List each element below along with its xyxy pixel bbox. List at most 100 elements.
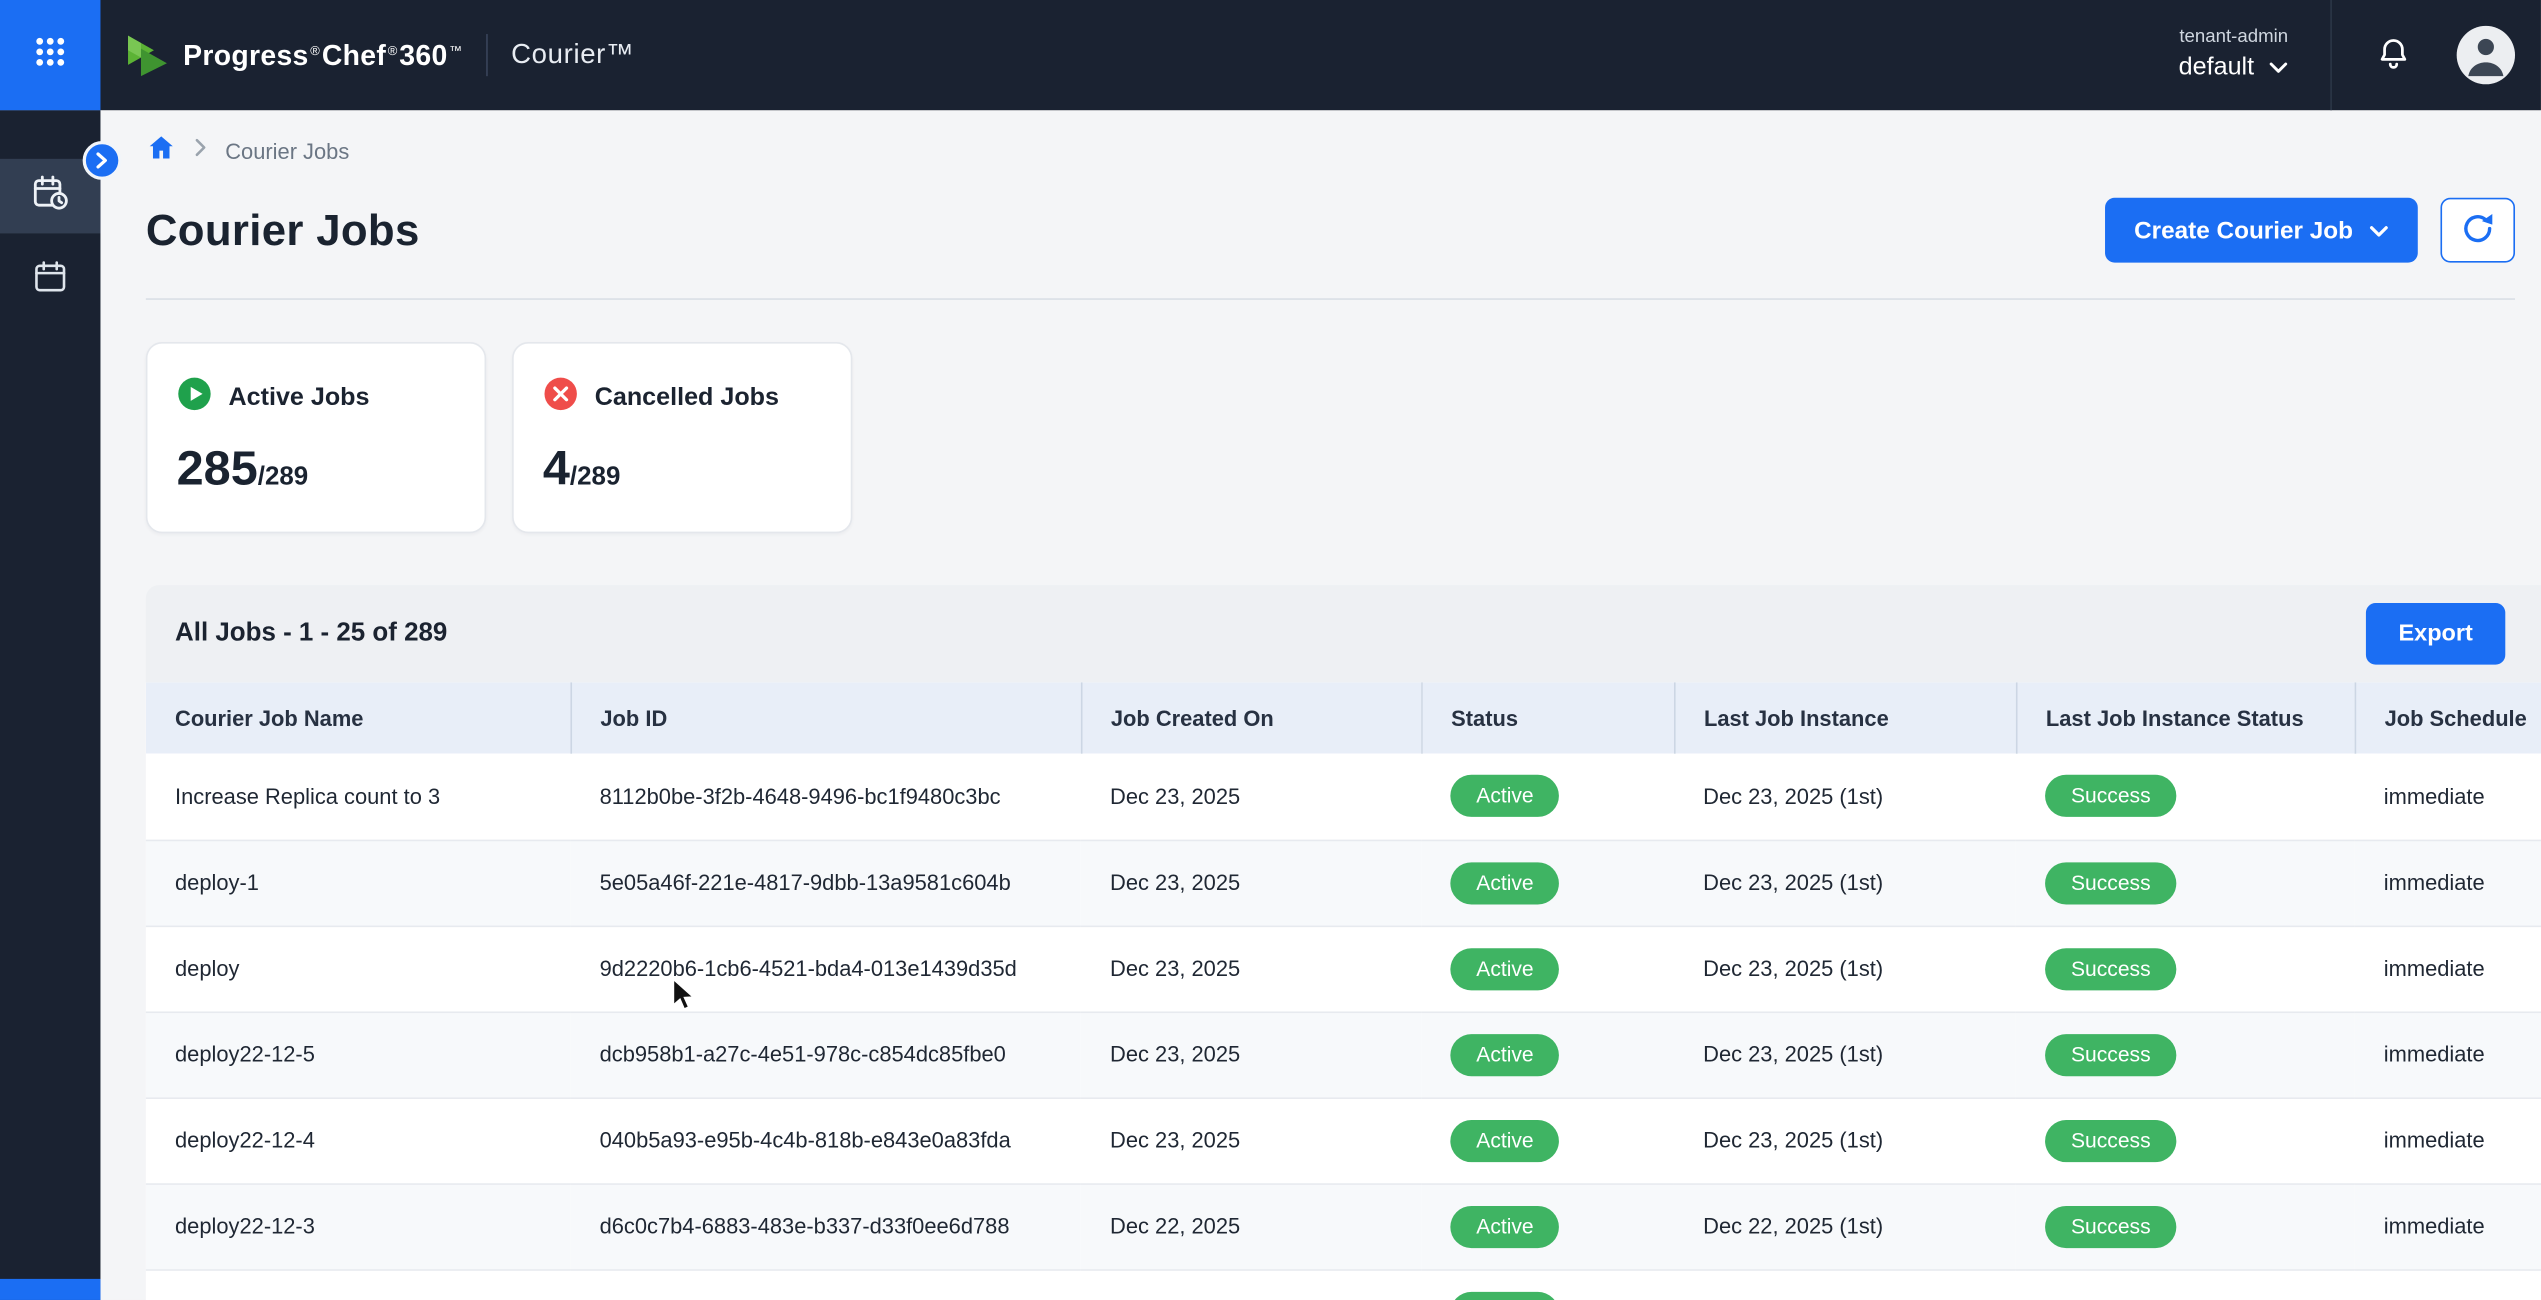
sidebar-item-schedules[interactable] bbox=[0, 243, 100, 318]
cell-last-instance-status: Success bbox=[2016, 1183, 2355, 1269]
cell-last-instance-status bbox=[2016, 1269, 2355, 1300]
brand-name: Progress®Chef®360™ bbox=[183, 38, 464, 72]
cell-status: Active bbox=[1421, 926, 1674, 1012]
sidebar-bottom-accent bbox=[0, 1279, 100, 1300]
refresh-icon bbox=[2460, 210, 2496, 251]
cell-job-name: deploy22-12-5 bbox=[146, 1011, 571, 1097]
column-header-last-job-instance[interactable]: Last Job Instance bbox=[1674, 682, 2016, 753]
app-scale-wrapper: Progress®Chef®360™ Courier™ tenant-admin… bbox=[0, 0, 2541, 1300]
notifications-button[interactable] bbox=[2374, 33, 2413, 77]
breadcrumb: Courier Jobs bbox=[146, 133, 2515, 169]
stat-label: Active Jobs bbox=[228, 383, 369, 412]
table-row[interactable]: deploy 9d2220b6-1cb6-4521-bda4-013e1439d… bbox=[146, 926, 2541, 1012]
person-icon bbox=[2462, 31, 2511, 84]
cell-created-on bbox=[1081, 1269, 1421, 1300]
topbar-divider bbox=[2330, 0, 2332, 110]
left-sidebar bbox=[0, 110, 100, 1300]
product-name: Courier™ bbox=[511, 39, 634, 71]
cell-job-id bbox=[570, 1269, 1080, 1300]
tenant-switcher[interactable]: tenant-admin default bbox=[2179, 26, 2288, 84]
cell-job-name bbox=[146, 1269, 571, 1300]
app-launcher-button[interactable] bbox=[0, 0, 100, 110]
table-row[interactable]: Increase Replica count to 3 8112b0be-3f2… bbox=[146, 754, 2541, 840]
cell-job-name: deploy22-12-4 bbox=[146, 1097, 571, 1183]
table-row[interactable]: deploy22-12-4 040b5a93-e95b-4c4b-818b-e8… bbox=[146, 1097, 2541, 1183]
jobs-table-body: Increase Replica count to 3 8112b0be-3f2… bbox=[146, 754, 2541, 1300]
cell-last-instance: Dec 23, 2025 (1st) bbox=[1674, 1097, 2016, 1183]
refresh-button[interactable] bbox=[2440, 198, 2515, 263]
table-row[interactable]: deploy-1 5e05a46f-221e-4817-9dbb-13a9581… bbox=[146, 840, 2541, 926]
cell-job-id: 040b5a93-e95b-4c4b-818b-e843e0a83fda bbox=[570, 1097, 1080, 1183]
cell-job-name: deploy-1 bbox=[146, 840, 571, 926]
status-badge: Active bbox=[1450, 947, 1559, 989]
stat-value: 285 bbox=[177, 443, 258, 498]
apps-grid-icon bbox=[34, 35, 66, 76]
jobs-table-header: Courier Job Name Job ID Job Created On S… bbox=[146, 682, 2541, 753]
cell-created-on: Dec 23, 2025 bbox=[1081, 754, 1421, 840]
column-header-status[interactable]: Status bbox=[1421, 682, 1674, 753]
chevron-down-icon bbox=[2269, 53, 2288, 82]
cell-schedule bbox=[2355, 1269, 2541, 1300]
cell-last-instance: Dec 23, 2025 (1st) bbox=[1674, 840, 2016, 926]
calendar-icon bbox=[31, 257, 70, 304]
table-row[interactable]: Active bbox=[146, 1269, 2541, 1300]
cancelled-jobs-card[interactable]: Cancelled Jobs 4 /289 bbox=[512, 342, 852, 533]
table-row[interactable]: deploy22-12-3 d6c0c7b4-6883-483e-b337-d3… bbox=[146, 1183, 2541, 1269]
cell-status: Active bbox=[1421, 1011, 1674, 1097]
cell-job-name: deploy22-12-3 bbox=[146, 1183, 571, 1269]
column-header-last-job-instance-status[interactable]: Last Job Instance Status bbox=[2016, 682, 2355, 753]
column-header-courier-job-name[interactable]: Courier Job Name bbox=[146, 682, 571, 753]
user-avatar[interactable] bbox=[2457, 26, 2515, 84]
cell-last-instance bbox=[1674, 1269, 2016, 1300]
jobs-summary: All Jobs - 1 - 25 of 289 bbox=[175, 619, 447, 648]
cell-job-name: deploy bbox=[146, 926, 571, 1012]
status-badge: Active bbox=[1450, 1033, 1559, 1075]
home-icon[interactable] bbox=[146, 132, 177, 169]
jobs-panel: All Jobs - 1 - 25 of 289 Export Courier … bbox=[146, 585, 2541, 1300]
breadcrumb-current[interactable]: Courier Jobs bbox=[225, 139, 349, 163]
table-row[interactable]: deploy22-12-5 dcb958b1-a27c-4e51-978c-c8… bbox=[146, 1011, 2541, 1097]
cell-job-id: dcb958b1-a27c-4e51-978c-c854dc85fbe0 bbox=[570, 1011, 1080, 1097]
column-header-job-created-on[interactable]: Job Created On bbox=[1081, 682, 1421, 753]
app-window: Progress®Chef®360™ Courier™ tenant-admin… bbox=[0, 0, 2541, 1300]
cell-status: Active bbox=[1421, 754, 1674, 840]
cell-last-instance-status: Success bbox=[2016, 1097, 2355, 1183]
column-header-job-schedule[interactable]: Job Schedule bbox=[2355, 682, 2541, 753]
last-instance-status-badge: Success bbox=[2045, 775, 2176, 817]
stat-value: 4 bbox=[543, 443, 570, 498]
column-header-job-id[interactable]: Job ID bbox=[570, 682, 1080, 753]
page-actions: Create Courier Job bbox=[2105, 198, 2515, 263]
top-navigation-bar: Progress®Chef®360™ Courier™ tenant-admin… bbox=[0, 0, 2541, 110]
cell-schedule: immediate bbox=[2355, 1183, 2541, 1269]
cell-last-instance-status: Success bbox=[2016, 926, 2355, 1012]
cell-job-id: 9d2220b6-1cb6-4521-bda4-013e1439d35d bbox=[570, 926, 1080, 1012]
cell-status: Active bbox=[1421, 1269, 1674, 1300]
cell-created-on: Dec 23, 2025 bbox=[1081, 840, 1421, 926]
cell-last-instance-status: Success bbox=[2016, 840, 2355, 926]
bell-icon bbox=[2374, 33, 2413, 77]
chevron-right-icon bbox=[96, 148, 109, 172]
cell-created-on: Dec 23, 2025 bbox=[1081, 1011, 1421, 1097]
brand-divider bbox=[487, 34, 489, 76]
jobs-panel-header: All Jobs - 1 - 25 of 289 Export bbox=[146, 585, 2541, 682]
page-title: Courier Jobs bbox=[146, 205, 420, 255]
status-badge: Active bbox=[1450, 1291, 1559, 1300]
tenant-admin-label: tenant-admin bbox=[2179, 26, 2288, 50]
cell-schedule: immediate bbox=[2355, 754, 2541, 840]
active-jobs-card[interactable]: Active Jobs 285 /289 bbox=[146, 342, 486, 533]
export-button[interactable]: Export bbox=[2366, 603, 2505, 665]
cell-status: Active bbox=[1421, 840, 1674, 926]
cell-schedule: immediate bbox=[2355, 1097, 2541, 1183]
sidebar-expand-button[interactable] bbox=[83, 141, 122, 180]
page-header: Courier Jobs Create Courier Job bbox=[146, 198, 2515, 263]
last-instance-status-badge: Success bbox=[2045, 862, 2176, 904]
last-instance-status-badge: Success bbox=[2045, 1033, 2176, 1075]
calendar-clock-icon bbox=[29, 171, 71, 221]
status-badge: Active bbox=[1450, 775, 1559, 817]
cell-schedule: immediate bbox=[2355, 926, 2541, 1012]
create-courier-job-button[interactable]: Create Courier Job bbox=[2105, 198, 2418, 263]
stat-total: /289 bbox=[258, 464, 308, 493]
topbar-right-cluster: tenant-admin default bbox=[2179, 0, 2541, 110]
stat-total: /289 bbox=[570, 464, 620, 493]
jobs-table: Courier Job Name Job ID Job Created On S… bbox=[146, 682, 2541, 1300]
